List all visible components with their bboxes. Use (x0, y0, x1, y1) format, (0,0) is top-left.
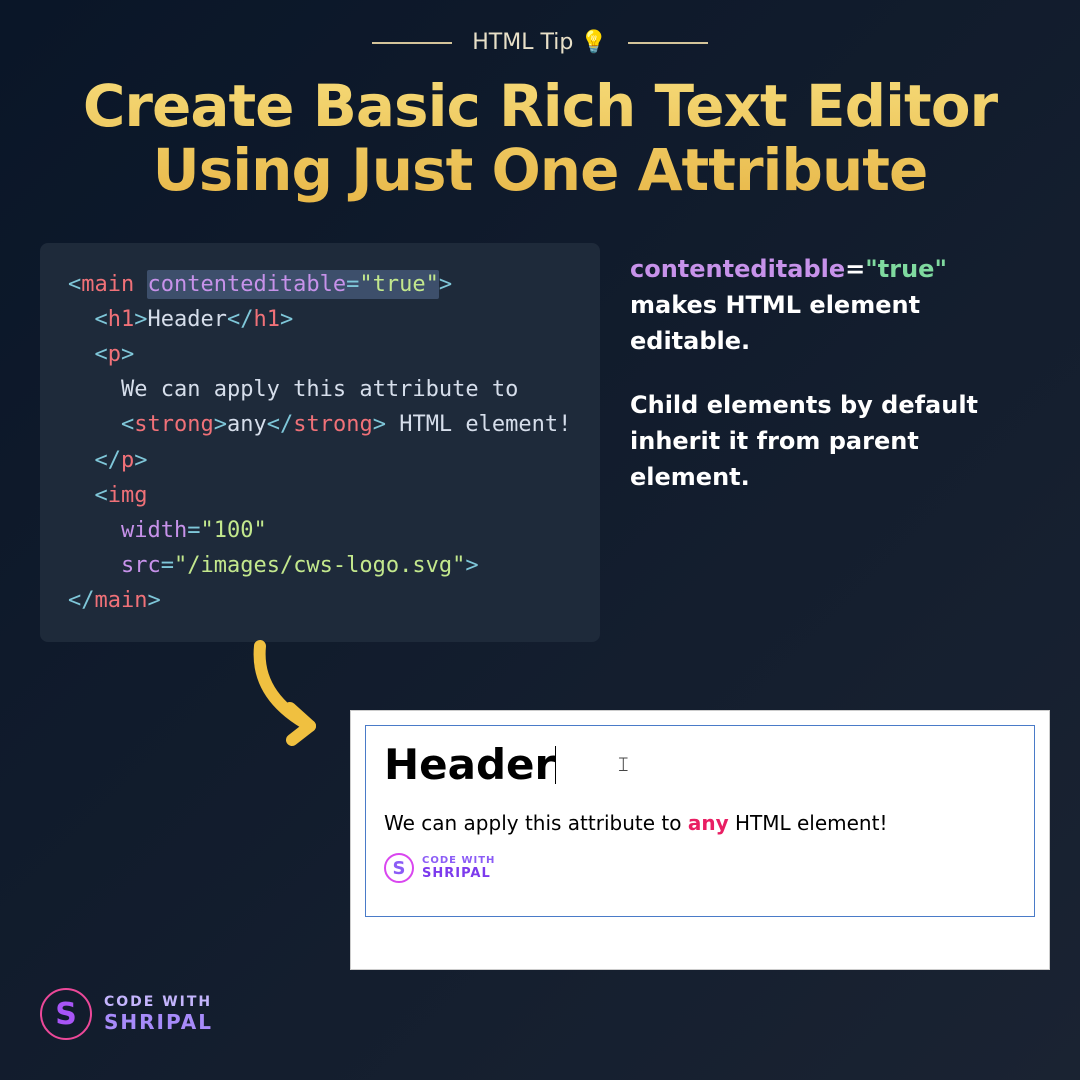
brand-logo: S CODE WITH SHRIPAL (40, 988, 213, 1040)
page-title: Create Basic Rich Text EditorUsing Just … (0, 75, 1080, 203)
browser-preview: Header 𝙸 We can apply this attribute to a… (350, 710, 1050, 970)
logo-text-2: SHRIPAL (104, 1010, 213, 1034)
arrow-icon (240, 636, 360, 756)
preview-header[interactable]: Header (384, 740, 555, 789)
logo-circle-icon: S (384, 853, 414, 883)
lightbulb-icon: 💡 (580, 30, 607, 55)
logo-small: S CODE WITH SHRIPAL (384, 853, 1016, 883)
header-tag-row: HTML Tip 💡 (0, 0, 1080, 55)
logo-text-1: CODE WITH (422, 855, 495, 866)
logo-text-1: CODE WITH (104, 994, 213, 1010)
preview-paragraph[interactable]: We can apply this attribute to any HTML … (384, 811, 1016, 835)
text-cursor (555, 746, 556, 784)
explanation-text: contenteditable="true" makes HTML elemen… (630, 243, 1040, 523)
ibeam-cursor-icon: 𝙸 (616, 752, 630, 776)
logo-text-2: SHRIPAL (422, 866, 495, 881)
divider-line (372, 42, 452, 44)
code-snippet: <main contenteditable="true"> <h1>Header… (40, 243, 600, 643)
header-tag-text: HTML Tip 💡 (472, 30, 607, 55)
editable-region[interactable]: Header 𝙸 We can apply this attribute to a… (365, 725, 1035, 917)
logo-circle-icon: S (40, 988, 92, 1040)
divider-line (628, 42, 708, 44)
